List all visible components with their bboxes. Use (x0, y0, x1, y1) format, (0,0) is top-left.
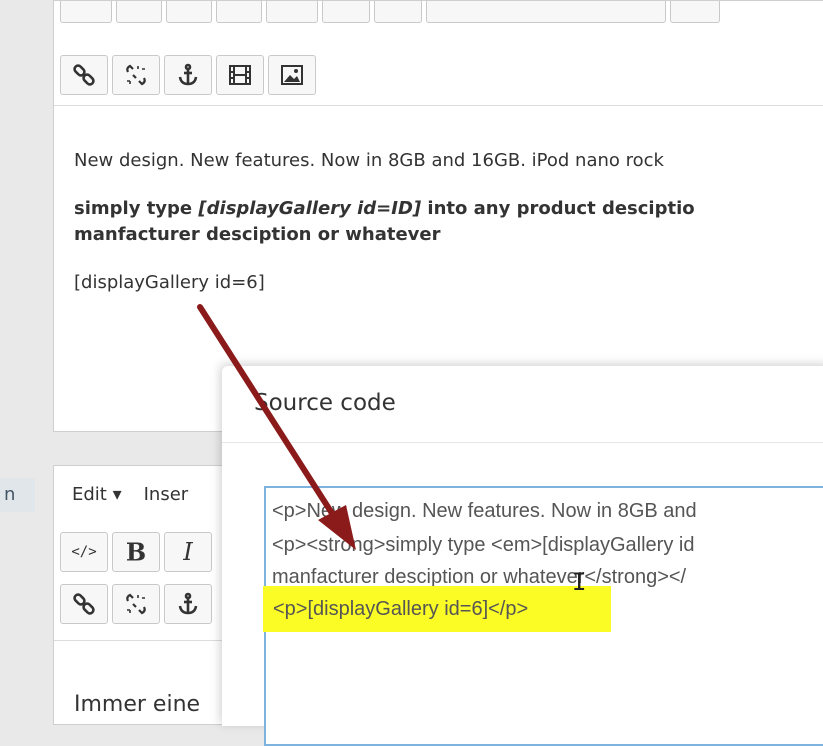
bold-icon: B (125, 537, 147, 567)
image-button[interactable] (268, 55, 316, 95)
unlink-button[interactable] (112, 55, 160, 95)
link-button[interactable] (60, 584, 108, 624)
anchor-icon (178, 63, 198, 86)
content-strong-paragraph: simply type [displayGallery id=ID] into … (74, 198, 695, 219)
code-line: <p>[displayGallery id=6]</p> (273, 598, 529, 620)
content-paragraph: New design. New features. Now in 8GB and… (74, 150, 664, 171)
unlink-icon (126, 593, 146, 615)
toolbar-button[interactable] (670, 1, 720, 23)
toolbar-button[interactable] (216, 1, 262, 23)
text-cursor-icon: I (572, 568, 587, 596)
toolbar-row-1: </> B I (60, 532, 216, 574)
toolbar-button[interactable] (322, 1, 370, 23)
source-code-dialog: Source code <p>New design. New features.… (222, 366, 823, 746)
toolbar-button[interactable] (374, 1, 422, 23)
highlighted-code-line: <p>[displayGallery id=6]</p> (263, 586, 611, 632)
film-icon (229, 65, 251, 85)
format-dropdown[interactable] (426, 1, 666, 23)
dialog-title: Source code (254, 390, 396, 416)
toolbar-button[interactable] (166, 1, 212, 23)
toolbar-button[interactable] (60, 1, 112, 23)
strong-text: into any product desciptio (421, 198, 695, 219)
unlink-icon (126, 64, 146, 86)
anchor-button[interactable] (164, 55, 212, 95)
italic-button[interactable]: I (164, 532, 212, 572)
anchor-button[interactable] (164, 584, 212, 624)
link-button[interactable] (60, 55, 108, 95)
image-icon (281, 65, 303, 85)
em-text: [displayGallery id=ID] (198, 198, 422, 219)
anchor-icon (178, 592, 198, 615)
content-paragraph: Immer eine (74, 692, 201, 717)
strong-text: simply type (74, 198, 199, 219)
toolbar-row-2 (60, 584, 216, 626)
code-line: <p><strong>simply type <em>[displayGalle… (272, 534, 695, 556)
toolbar-row-2 (60, 55, 320, 97)
source-code-button[interactable]: </> (60, 532, 108, 572)
unlink-button[interactable] (112, 584, 160, 624)
gallery-shortcode-paragraph: [displayGallery id=6] (74, 272, 265, 293)
code-line: <p>New design. New features. Now in 8GB … (272, 500, 697, 522)
link-icon (73, 64, 95, 86)
editor-menubar: Edit ▾ Inser (72, 484, 210, 505)
menu-edit[interactable]: Edit ▾ (72, 484, 122, 505)
media-button[interactable] (216, 55, 264, 95)
code-icon: </> (71, 544, 97, 560)
sidebar-tab-stub[interactable]: n (0, 478, 35, 512)
menu-insert[interactable]: Inser (144, 484, 189, 505)
toolbar-button[interactable] (266, 1, 318, 23)
toolbar-row-1 (60, 1, 724, 43)
content-strong-line: manfacturer desciption or whatever (74, 224, 441, 245)
toolbar-button[interactable] (116, 1, 162, 23)
dialog-header-divider (222, 442, 823, 443)
link-icon (73, 593, 95, 615)
italic-icon: I (183, 538, 193, 566)
bold-button[interactable]: B (112, 532, 160, 572)
